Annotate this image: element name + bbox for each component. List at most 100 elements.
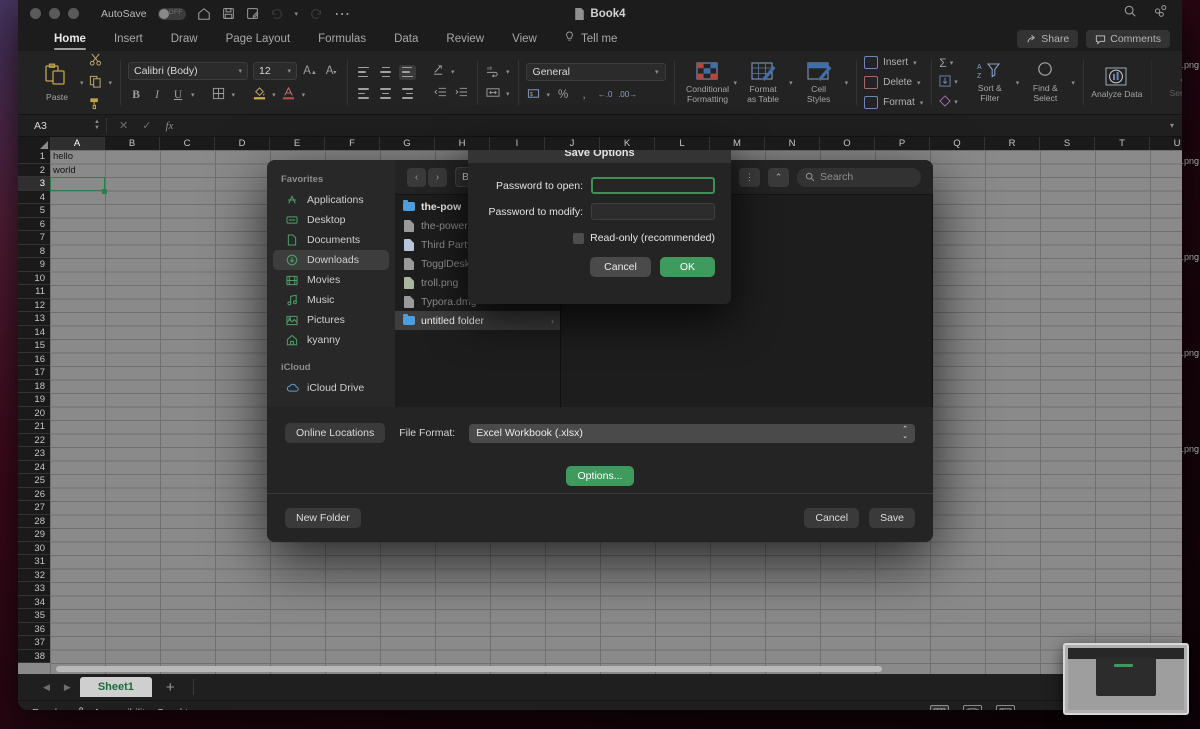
read-only-checkbox[interactable] xyxy=(573,232,585,244)
sidebar-item-icloud-drive[interactable]: iCloud Drive xyxy=(273,378,389,398)
collapse-chevron-icon[interactable]: ⌃ xyxy=(768,167,789,187)
fill-button[interactable]: ▾ xyxy=(939,74,958,90)
column-header-Q[interactable]: Q xyxy=(930,137,985,150)
bold-button[interactable]: B xyxy=(128,89,144,101)
wrap-text-chevron-down-icon[interactable]: ▾ xyxy=(506,68,510,76)
row-header-1[interactable]: 1 xyxy=(18,150,50,164)
save-options-ok-button[interactable]: OK xyxy=(659,257,715,277)
online-locations-button[interactable]: Online Locations xyxy=(285,423,386,443)
save-icon[interactable] xyxy=(222,7,235,20)
tab-home[interactable]: Home xyxy=(40,27,100,51)
cell-styles-button[interactable]: Cell Styles xyxy=(793,61,845,104)
zoom-out-button[interactable]: − xyxy=(1029,707,1035,710)
row-header-10[interactable]: 10 xyxy=(18,271,50,285)
password-to-open-input[interactable] xyxy=(591,177,715,194)
underline-button[interactable]: U xyxy=(170,89,186,101)
view-options-icon[interactable]: ⋮ xyxy=(739,167,760,187)
tab-view[interactable]: View xyxy=(498,27,551,51)
cell-A2[interactable]: world xyxy=(50,164,105,178)
borders-chevron-down-icon[interactable]: ▾ xyxy=(232,91,236,99)
file-format-select[interactable]: Excel Workbook (.xlsx) ⌃ ⌄ xyxy=(469,423,915,443)
autosave-toggle[interactable]: OFF xyxy=(157,7,186,20)
row-header-4[interactable]: 4 xyxy=(18,190,50,204)
row-header-26[interactable]: 26 xyxy=(18,487,50,501)
percent-format-icon[interactable]: % xyxy=(555,89,571,101)
find-select-button[interactable]: Find & Select xyxy=(1019,61,1071,103)
font-size-select[interactable]: 12 ▾ xyxy=(253,62,298,80)
home-icon[interactable] xyxy=(197,7,211,21)
row-header-22[interactable]: 22 xyxy=(18,433,50,447)
sidebar-item-movies[interactable]: Movies xyxy=(273,270,389,290)
row-header-6[interactable]: 6 xyxy=(18,217,50,231)
name-box-stepper[interactable]: ▲ ▼ xyxy=(94,119,100,131)
save-dialog-save-button[interactable]: Save xyxy=(869,508,915,528)
sidebar-item-kyanny[interactable]: kyanny xyxy=(273,330,389,350)
row-header-21[interactable]: 21 xyxy=(18,420,50,434)
row-header-33[interactable]: 33 xyxy=(18,582,50,596)
align-left-button[interactable] xyxy=(355,86,372,101)
underline-chevron-down-icon[interactable]: ▾ xyxy=(191,91,195,99)
accounting-chevron-down-icon[interactable]: ▾ xyxy=(547,91,551,99)
tab-page-layout[interactable]: Page Layout xyxy=(212,27,305,51)
copy-icon[interactable] xyxy=(88,75,104,91)
row-header-27[interactable]: 27 xyxy=(18,501,50,515)
format-as-table-button[interactable]: Format as Table xyxy=(737,61,789,104)
sensitivity-button[interactable]: Sensitivity xyxy=(1159,66,1182,99)
formula-bar-expand-icon[interactable]: ▾ xyxy=(1162,121,1182,130)
save-options-cancel-button[interactable]: Cancel xyxy=(590,257,651,277)
column-header-F[interactable]: F xyxy=(325,137,380,150)
row-header-9[interactable]: 9 xyxy=(18,258,50,272)
row-header-16[interactable]: 16 xyxy=(18,352,50,366)
row-header-38[interactable]: 38 xyxy=(18,649,50,663)
tab-tell-me[interactable]: Tell me xyxy=(551,27,632,51)
column-header-N[interactable]: N xyxy=(765,137,820,150)
new-folder-button[interactable]: New Folder xyxy=(285,508,361,528)
formula-input[interactable] xyxy=(185,115,1162,137)
column-header-J[interactable]: J xyxy=(545,137,600,150)
column-header-H[interactable]: H xyxy=(435,137,490,150)
analyze-data-button[interactable]: Analyze Data xyxy=(1091,66,1143,100)
copy-chevron-down-icon[interactable]: ▾ xyxy=(109,79,113,87)
increase-indent-icon[interactable] xyxy=(453,86,469,101)
sidebar-item-downloads[interactable]: Downloads xyxy=(273,250,389,270)
column-header-G[interactable]: G xyxy=(380,137,435,150)
accessibility-status[interactable]: Accessibility: Good to go xyxy=(76,706,208,710)
forward-chevron-icon[interactable]: › xyxy=(428,167,447,187)
column-header-D[interactable]: D xyxy=(215,137,270,150)
increase-decimal-icon[interactable]: .00→ xyxy=(618,90,637,99)
column-header-A[interactable]: A xyxy=(50,137,105,150)
row-header-37[interactable]: 37 xyxy=(18,636,50,650)
fill-handle[interactable] xyxy=(102,188,107,194)
row-header-11[interactable]: 11 xyxy=(18,285,50,299)
decrease-decimal-icon[interactable]: ←.0 xyxy=(597,90,613,99)
comma-format-icon[interactable]: , xyxy=(576,89,592,101)
merge-cells-chevron-down-icon[interactable]: ▾ xyxy=(506,90,510,98)
name-box[interactable]: A3 ▲ ▼ xyxy=(34,119,106,132)
align-right-button[interactable] xyxy=(399,86,416,101)
font-color-chevron-down-icon[interactable]: ▾ xyxy=(302,91,306,99)
fill-color-icon[interactable] xyxy=(251,86,267,103)
row-header-32[interactable]: 32 xyxy=(18,568,50,582)
row-header-15[interactable]: 15 xyxy=(18,339,50,353)
sheet-tab-sheet1[interactable]: Sheet1 xyxy=(79,677,152,697)
increase-font-size-icon[interactable]: A▲ xyxy=(302,65,318,77)
cut-icon[interactable] xyxy=(88,53,104,69)
read-only-row[interactable]: Read-only (recommended) xyxy=(484,232,715,244)
decrease-font-size-icon[interactable]: A▾ xyxy=(323,65,339,77)
back-chevron-icon[interactable]: ‹ xyxy=(407,167,426,187)
paste-button[interactable]: Paste xyxy=(34,63,80,103)
format-painter-icon[interactable] xyxy=(88,97,104,113)
conditional-formatting-button[interactable]: Conditional Formatting xyxy=(682,61,734,104)
column-header-K[interactable]: K xyxy=(600,137,655,150)
row-header-8[interactable]: 8 xyxy=(18,244,50,258)
format-cells-button[interactable]: Format ▾ xyxy=(864,96,923,109)
column-header-P[interactable]: P xyxy=(875,137,930,150)
tab-formulas[interactable]: Formulas xyxy=(304,27,380,51)
column-header-E[interactable]: E xyxy=(270,137,325,150)
connections-icon[interactable] xyxy=(1153,4,1168,23)
sidebar-item-pictures[interactable]: Pictures xyxy=(273,310,389,330)
autosum-button[interactable]: Σ ▾ xyxy=(939,56,958,70)
undo-chevron-down-icon[interactable]: ▾ xyxy=(295,10,299,18)
row-header-18[interactable]: 18 xyxy=(18,379,50,393)
fill-color-chevron-down-icon[interactable]: ▾ xyxy=(272,91,276,99)
